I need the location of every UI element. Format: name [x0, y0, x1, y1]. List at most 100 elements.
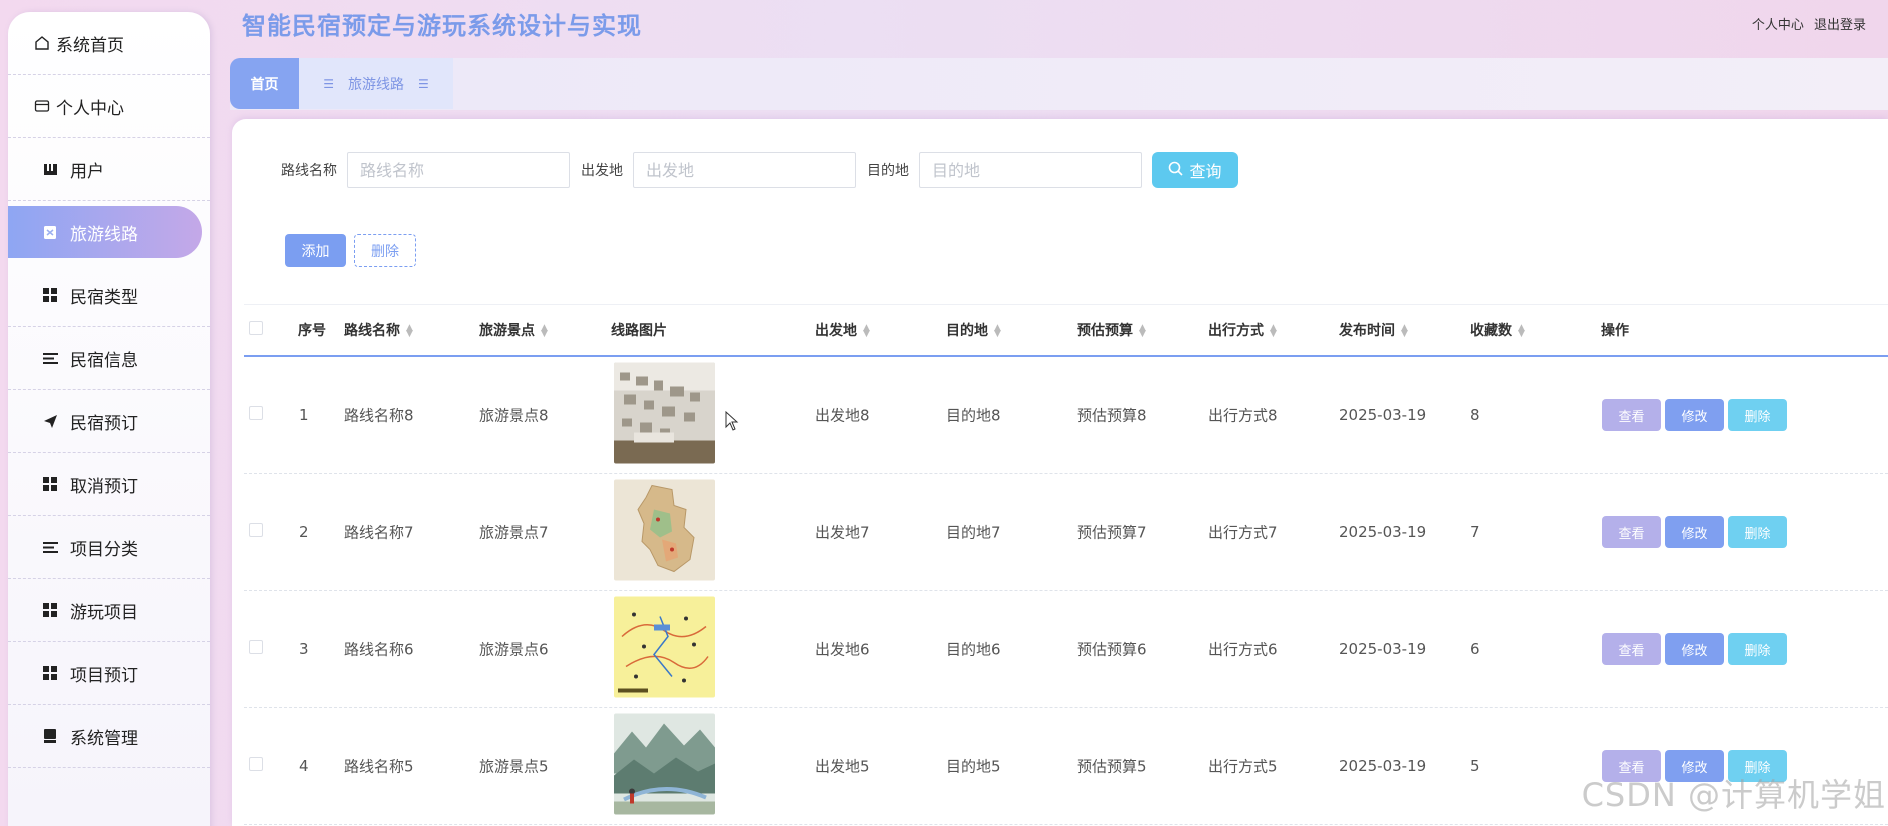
view-button[interactable]: 查看: [1602, 516, 1661, 548]
row-mode: 出行方式8: [1208, 406, 1278, 425]
row-index: 4: [299, 757, 309, 775]
row-mode: 出行方式5: [1208, 757, 1278, 776]
col-mode[interactable]: 出行方式 ▲ ▼: [1208, 320, 1277, 340]
route-name-input[interactable]: [347, 152, 570, 188]
row-budget: 预估预算6: [1077, 640, 1147, 659]
app-title: 智能民宿预定与游玩系统设计与实现: [242, 12, 642, 40]
route-image[interactable]: [614, 362, 715, 468]
sort-icon: ▲ ▼: [1270, 323, 1277, 339]
photo-wall-image: [614, 362, 715, 464]
row-time: 2025-03-19: [1339, 523, 1427, 541]
row-departure: 出发地5: [815, 757, 870, 776]
row-favorites: 8: [1470, 406, 1480, 424]
sidebar-item-homestay-booking[interactable]: 民宿预订: [8, 390, 210, 453]
sidebar-item-label: 民宿预订: [70, 413, 138, 434]
delete-button[interactable]: 删除: [1728, 633, 1787, 665]
view-button[interactable]: 查看: [1602, 633, 1661, 665]
edit-button[interactable]: 修改: [1665, 399, 1724, 431]
sidebar-item-project-booking[interactable]: 项目预订: [8, 642, 210, 705]
col-budget[interactable]: 预估预算 ▲ ▼: [1077, 320, 1146, 340]
routes-table: 序号 路线名称 ▲ ▼ 旅游景点 ▲ ▼ 线路图片 出发地 ▲ ▼ 目的地 ▲ ▼ 预估预算 ▲ ▼…: [244, 304, 1888, 825]
row-departure: 出发地8: [815, 406, 870, 425]
list-icon: [40, 348, 60, 368]
sort-icon: ▲ ▼: [1518, 323, 1525, 339]
col-spot[interactable]: 旅游景点 ▲ ▼: [479, 320, 548, 340]
route-name-label: 路线名称: [281, 163, 337, 179]
personal-center-link[interactable]: 个人中心: [1752, 18, 1804, 33]
sidebar-item-homestay-info[interactable]: 民宿信息: [8, 327, 210, 390]
col-route-name[interactable]: 路线名称 ▲ ▼: [344, 320, 413, 340]
grid-icon: [40, 474, 60, 494]
sidebar-item-homestay-types[interactable]: 民宿类型: [8, 264, 210, 327]
row-actions: 查看 修改 删除: [1602, 516, 1791, 548]
delete-button[interactable]: 删除: [1728, 516, 1787, 548]
grid-icon: [40, 600, 60, 620]
row-actions: 查看 修改 删除: [1602, 399, 1791, 431]
row-index: 3: [299, 640, 309, 658]
row-budget: 预估预算7: [1077, 523, 1147, 542]
row-checkbox[interactable]: [249, 406, 263, 424]
tab-home[interactable]: 首页: [230, 58, 299, 109]
row-route-name: 路线名称5: [344, 757, 414, 776]
row-destination: 目的地7: [946, 523, 1001, 542]
row-favorites: 7: [1470, 523, 1480, 541]
row-spot: 旅游景点8: [479, 406, 549, 425]
departure-label: 出发地: [581, 163, 623, 179]
sidebar: 系统首页 个人中心 用户 旅游线路 民宿类型 民宿信息 民宿预订 取消预订 项目…: [8, 12, 210, 826]
delete-button[interactable]: 删除: [1728, 399, 1787, 431]
row-time: 2025-03-19: [1339, 640, 1427, 658]
edit-button[interactable]: 修改: [1665, 633, 1724, 665]
row-actions: 查看 修改 删除: [1602, 633, 1791, 665]
sidebar-item-cancel-booking[interactable]: 取消预订: [8, 453, 210, 516]
edit-button[interactable]: 修改: [1665, 516, 1724, 548]
col-destination[interactable]: 目的地 ▲ ▼: [946, 320, 1001, 340]
sidebar-item-users[interactable]: 用户: [8, 138, 210, 201]
sidebar-item-home[interactable]: 系统首页: [8, 12, 210, 75]
row-route-name: 路线名称7: [344, 523, 414, 542]
map-region-image: [614, 479, 715, 581]
mountain-illustration-image: [614, 713, 715, 815]
col-favorites[interactable]: 收藏数 ▲ ▼: [1470, 320, 1525, 340]
tab-routes-label: 旅游线路: [348, 76, 404, 93]
id-card-icon: [32, 96, 52, 116]
route-image[interactable]: [614, 713, 715, 819]
sidebar-item-play-projects[interactable]: 游玩项目: [8, 579, 210, 642]
watermark: CSDN @计算机学姐: [1581, 776, 1886, 814]
grid-icon: [40, 285, 60, 305]
row-checkbox[interactable]: [249, 757, 263, 775]
tab-routes[interactable]: ☰ 旅游线路 ☰: [299, 58, 453, 109]
main-panel: 路线名称 出发地 目的地 查询 添加 删除 序号 路线名称▲▼ 旅游景点▲▼ 线…: [232, 119, 1888, 826]
sidebar-item-label: 取消预订: [70, 476, 138, 497]
route-image[interactable]: [614, 596, 715, 702]
col-departure[interactable]: 出发地 ▲ ▼: [815, 320, 870, 340]
destination-label: 目的地: [867, 163, 909, 179]
logout-link[interactable]: 退出登录: [1814, 18, 1866, 33]
view-button[interactable]: 查看: [1602, 399, 1661, 431]
col-image: 线路图片: [611, 323, 667, 339]
sidebar-item-personal-center[interactable]: 个人中心: [8, 75, 210, 138]
table-row: 1 路线名称8 旅游景点8 出发地8 目的地8 预估预算8 出行方式8 2025…: [244, 357, 1888, 474]
departure-input[interactable]: [633, 152, 856, 188]
sidebar-item-system-management[interactable]: 系统管理: [8, 705, 210, 768]
row-checkbox[interactable]: [249, 523, 263, 541]
row-mode: 出行方式6: [1208, 640, 1278, 659]
col-time[interactable]: 发布时间 ▲ ▼: [1339, 320, 1408, 340]
batch-delete-button[interactable]: 删除: [354, 234, 416, 267]
settings-icon: [40, 726, 60, 746]
route-image[interactable]: [614, 479, 715, 585]
row-departure: 出发地6: [815, 640, 870, 659]
sidebar-item-label: 游玩项目: [70, 602, 138, 623]
sidebar-item-project-category[interactable]: 项目分类: [8, 516, 210, 579]
query-button[interactable]: 查询: [1152, 152, 1238, 188]
col-index: 序号: [298, 323, 326, 339]
destination-input[interactable]: [919, 152, 1142, 188]
row-spot: 旅游景点5: [479, 757, 549, 776]
row-checkbox[interactable]: [249, 640, 263, 658]
add-button[interactable]: 添加: [285, 234, 346, 267]
sort-icon: ▲ ▼: [994, 323, 1001, 339]
grid-icon: [40, 663, 60, 683]
sort-icon: ▲ ▼: [406, 323, 413, 339]
select-all-checkbox[interactable]: [249, 321, 263, 339]
home-icon: [32, 33, 52, 53]
sidebar-item-routes[interactable]: 旅游线路: [8, 206, 202, 258]
